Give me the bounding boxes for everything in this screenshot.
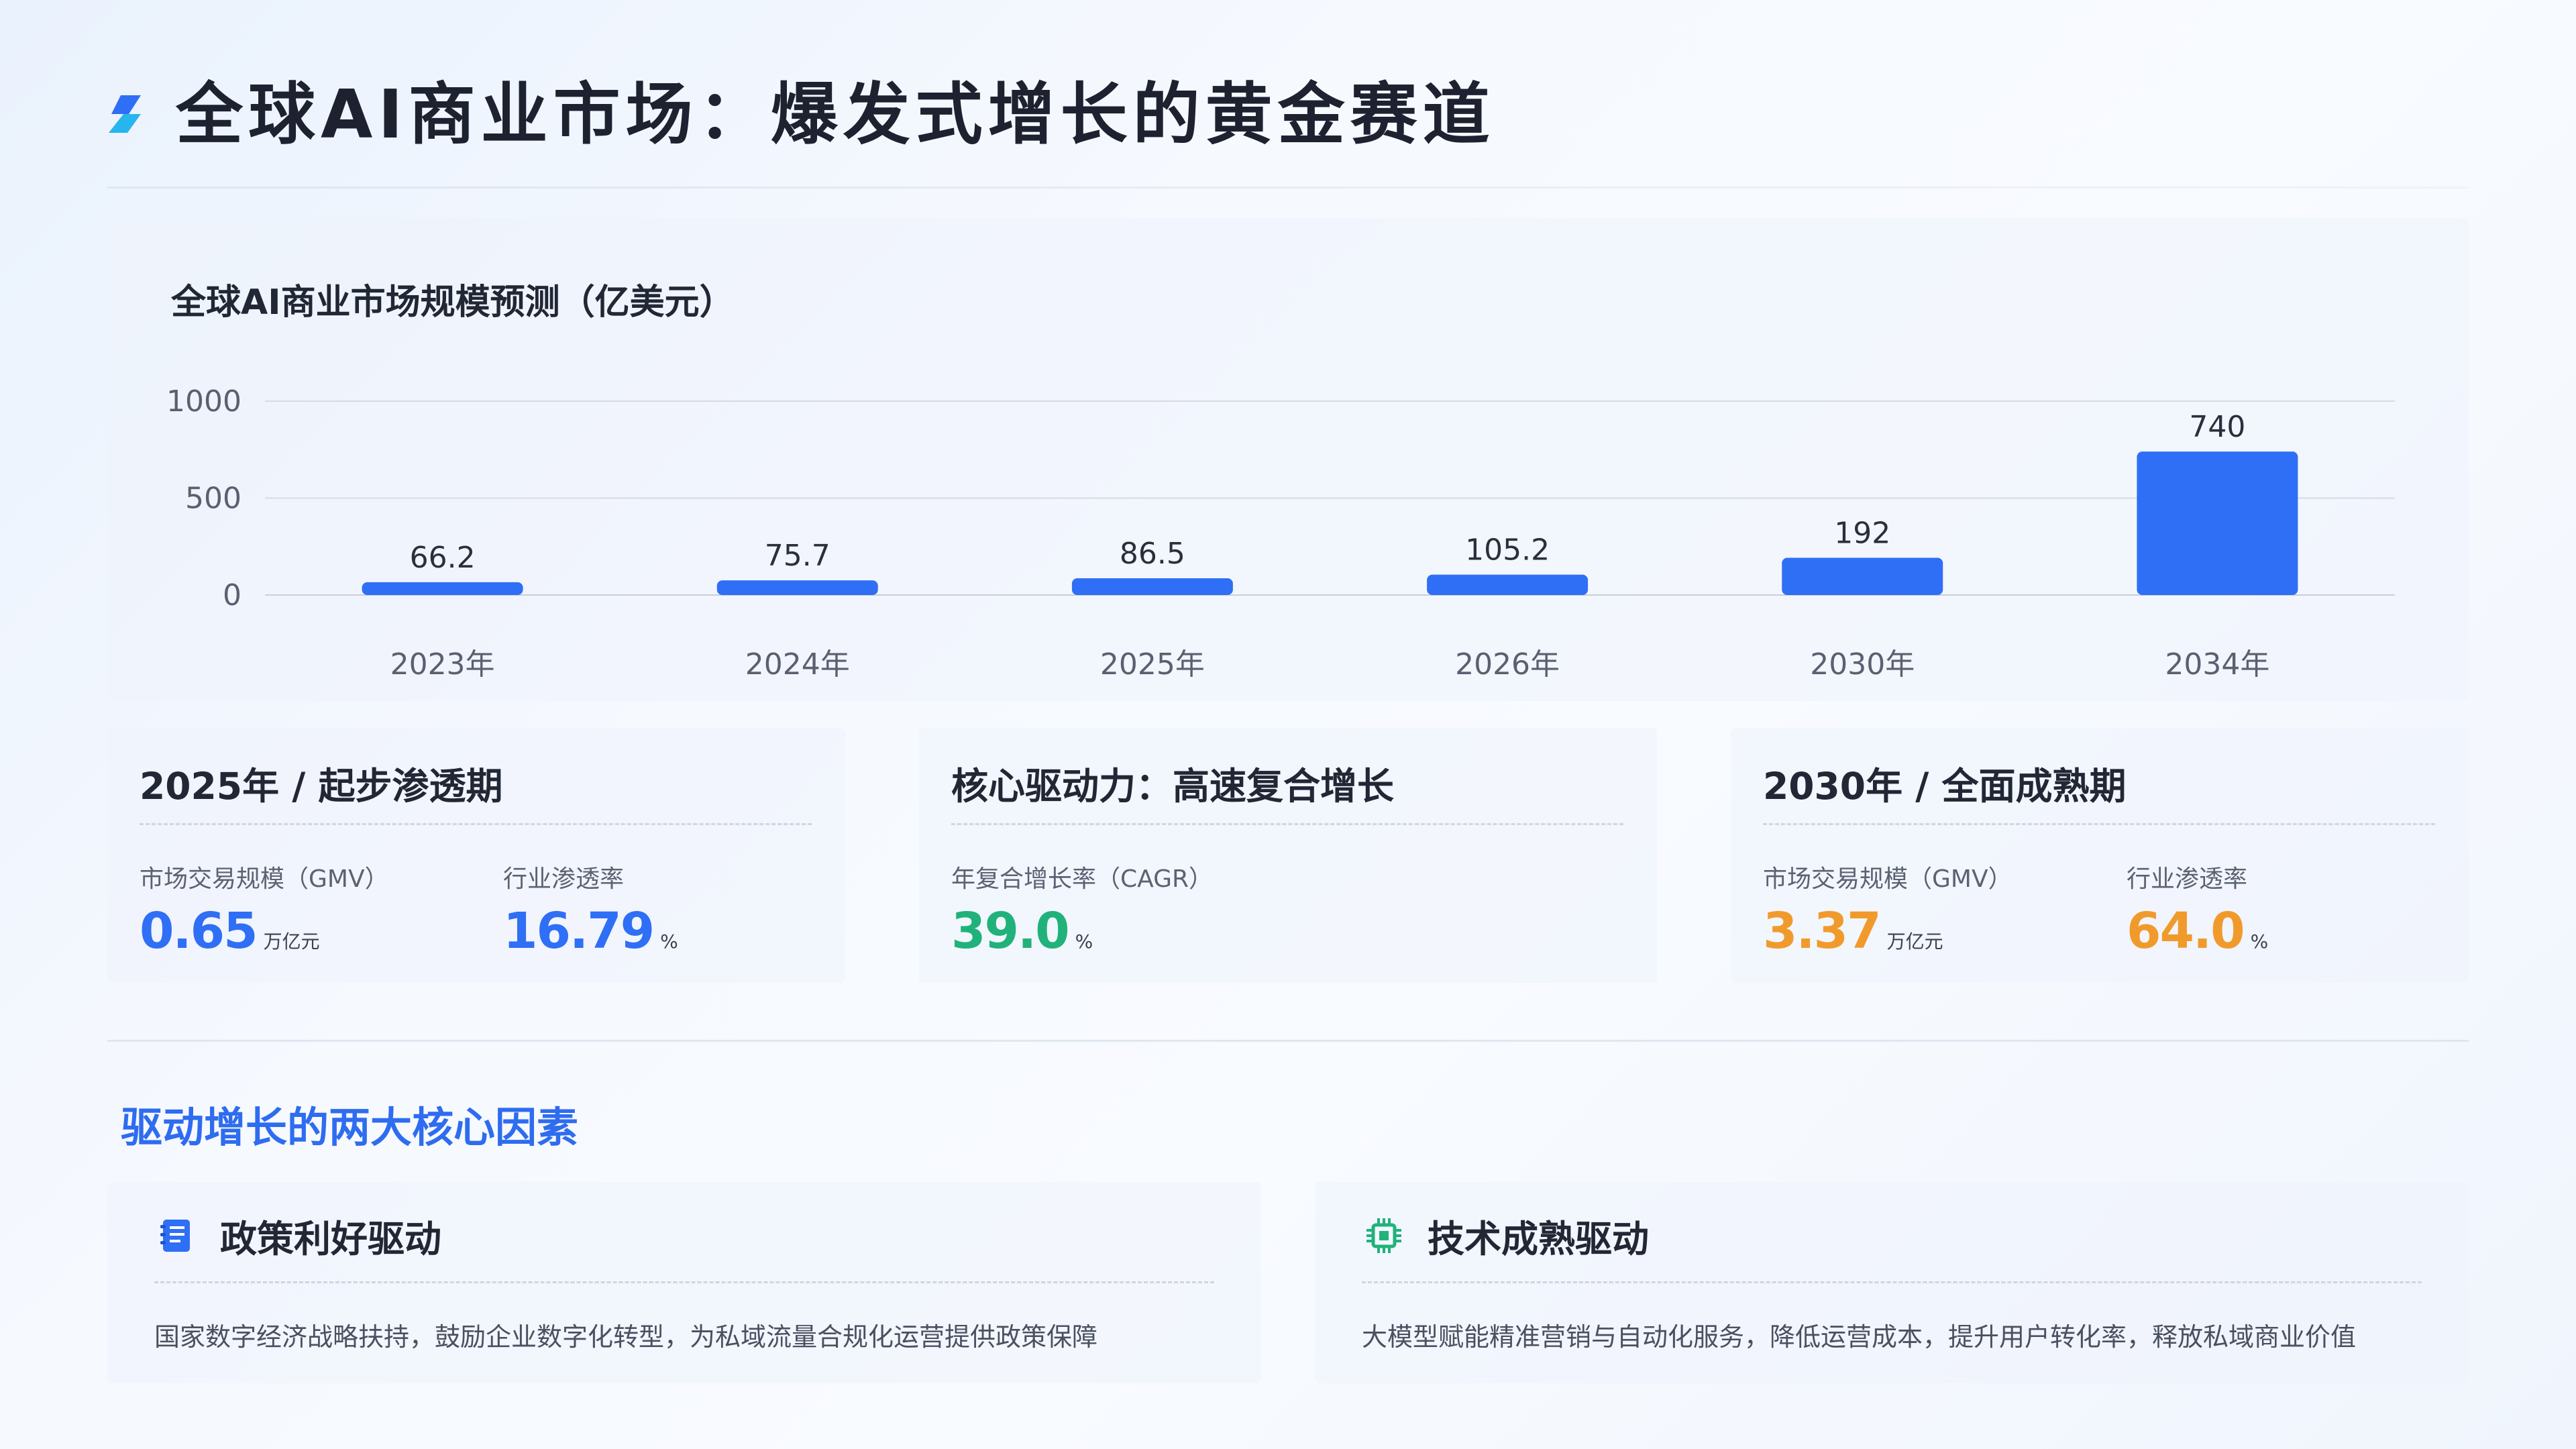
divider: [107, 1040, 2469, 1042]
metric-number: 64.0: [2127, 902, 2245, 960]
metric-number: 0.65: [140, 902, 258, 960]
bar-value-label: 75.7: [765, 539, 830, 573]
policy-document-icon: [160, 1220, 190, 1252]
metric-unit: 万亿元: [263, 930, 320, 953]
metric-value: 16.79%: [503, 901, 678, 972]
metric-value: 3.37 万亿元: [1763, 901, 1943, 972]
dashed-divider: [1763, 823, 2435, 825]
dashed-divider: [951, 823, 1623, 825]
dashed-divider: [140, 823, 812, 825]
factor-title: 技术成熟驱动: [1428, 1218, 1650, 1260]
bar: [1071, 578, 1233, 595]
bar-value-label: 86.5: [1120, 537, 1185, 571]
y-tick-label: 0: [223, 578, 241, 612]
x-tick-label: 2024年: [745, 647, 850, 682]
bar: [2137, 451, 2298, 595]
dashed-divider: [1362, 1281, 2422, 1283]
factor-title: 政策利好驱动: [220, 1218, 442, 1260]
metric-unit: 万亿元: [1886, 930, 1943, 953]
metric-label: 市场交易规模（GMV）: [140, 865, 389, 893]
bar-value-label: 192: [1834, 517, 1890, 551]
stat-card-title: 2025年 / 起步渗透期: [140, 765, 503, 808]
dashed-divider: [154, 1281, 1214, 1283]
metric-label: 行业渗透率: [2127, 865, 2248, 893]
x-tick-label: 2026年: [1455, 647, 1560, 682]
x-tick-label: 2034年: [2165, 647, 2269, 682]
metric-value: 64.0%: [2127, 901, 2268, 972]
metric-value: 39.0%: [951, 901, 1093, 972]
chip-icon: [1366, 1218, 1401, 1253]
stat-card-title: 2030年 / 全面成熟期: [1763, 765, 2127, 808]
stat-card-2030: 2030年 / 全面成熟期 市场交易规模（GMV） 3.37 万亿元 行业渗透率 …: [1731, 728, 2469, 983]
bar-value-label: 105.2: [1465, 533, 1550, 568]
x-tick-label: 2030年: [1810, 647, 1915, 682]
metric-number: 3.37: [1763, 902, 1882, 960]
y-tick-label: 500: [185, 482, 241, 516]
metric-label: 市场交易规模（GMV）: [1763, 865, 2012, 893]
factor-card-tech: 技术成熟驱动 大模型赋能精准营销与自动化服务，降低运营成本，提升用户转化率，释放…: [1315, 1182, 2469, 1383]
factor-description: 国家数字经济战略扶持，鼓励企业数字化转型，为私域流量合规化运营提供政策保障: [154, 1322, 1098, 1352]
stat-card-drivers: 核心驱动力：高速复合增长 年复合增长率（CAGR） 39.0%: [919, 728, 1657, 983]
bar: [1782, 557, 1943, 595]
logo-icon: [109, 95, 141, 133]
bar-value-label: 66.2: [410, 541, 476, 575]
metric-label: 行业渗透率: [503, 865, 625, 893]
metric-unit: %: [660, 930, 678, 953]
x-tick-label: 2023年: [390, 647, 495, 682]
y-tick-label: 1000: [166, 384, 241, 419]
divider: [107, 186, 2469, 189]
metric-unit: %: [2250, 930, 2269, 953]
bar-value-label: 740: [2189, 410, 2245, 444]
metric-label: 年复合增长率（CAGR）: [951, 865, 1214, 893]
factor-card-policy: 政策利好驱动 国家数字经济战略扶持，鼓励企业数字化转型，为私域流量合规化运营提供…: [107, 1182, 1261, 1383]
metric-value: 0.65 万亿元: [140, 901, 320, 972]
factor-description: 大模型赋能精准营销与自动化服务，降低运营成本，提升用户转化率，释放私域商业价值: [1362, 1322, 2357, 1352]
metric-number: 16.79: [503, 902, 655, 960]
stat-card-title: 核心驱动力：高速复合增长: [951, 765, 1395, 808]
metric-unit: %: [1075, 930, 1093, 953]
bar: [362, 582, 523, 595]
stat-card-2025: 2025年 / 起步渗透期 市场交易规模（GMV） 0.65 万亿元 行业渗透率 …: [107, 728, 845, 983]
bar: [1427, 574, 1589, 595]
page-title: 全球AI商业市场：爆发式增长的黄金赛道: [176, 75, 1495, 154]
x-tick-label: 2025年: [1100, 647, 1205, 682]
metric-number: 39.0: [951, 902, 1070, 960]
section-title: 驱动增长的两大核心因素: [121, 1103, 579, 1152]
bar-chart: 0 500 1000 66.2 2023年 75.7 2024年 86.5 2025年 105.2…: [166, 384, 2395, 682]
bar: [716, 580, 878, 595]
